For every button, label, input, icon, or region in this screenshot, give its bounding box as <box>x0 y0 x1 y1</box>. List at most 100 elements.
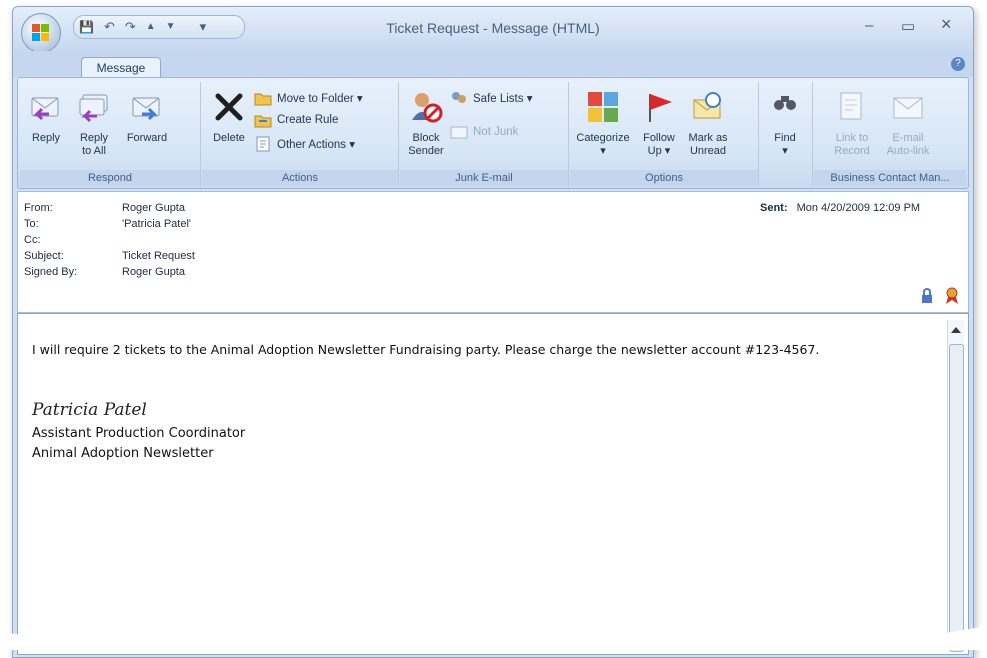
maximize-button[interactable]: ▭ <box>901 17 915 35</box>
reply-all-icon <box>79 94 108 123</box>
reply-button[interactable]: Reply <box>24 86 68 168</box>
digital-signature-icon[interactable] <box>944 287 960 305</box>
link-record-label-2: Record <box>834 145 870 157</box>
safe-lists-label: Safe Lists ▾ <box>473 93 533 105</box>
move-to-folder-button[interactable]: Move to Folder ▾ <box>254 88 363 108</box>
other-actions-label: Other Actions ▾ <box>277 139 356 151</box>
group-label-business-contact-manager: Business Contact Man... <box>814 170 966 186</box>
forward-label: Forward <box>126 132 168 144</box>
outlook-message-window: 💾 ↶ ↷ ▲ ▼ ▾ Ticket Request - Message (HT… <box>12 6 974 658</box>
other-actions-icon <box>256 136 270 152</box>
delete-icon <box>215 93 243 121</box>
signature-name: Patricia Patel <box>32 400 147 420</box>
from-label: From: <box>24 202 53 214</box>
mark-unread-label-1: Mark as <box>688 132 728 144</box>
ribbon-tab-row: Message ? <box>13 51 973 78</box>
subject-value: Ticket Request <box>122 250 195 262</box>
forward-icon <box>132 97 160 121</box>
group-label-options: Options <box>570 170 758 186</box>
block-sender-label-2: Sender <box>408 145 444 157</box>
mark-unread-label-2: Unread <box>689 145 727 157</box>
to-value[interactable]: 'Patricia Patel' <box>122 216 191 232</box>
subject-label: Subject: <box>24 250 64 262</box>
minimize-button[interactable]: – <box>865 17 873 34</box>
safe-lists-button[interactable]: Safe Lists ▾ <box>450 88 532 108</box>
group-find: Find ▾ <box>760 82 813 186</box>
scroll-up-arrow-icon[interactable] <box>949 324 963 336</box>
categorize-icon <box>588 92 618 122</box>
follow-up-label-1: Follow <box>643 132 675 144</box>
block-sender-icon <box>412 93 443 123</box>
flag-icon <box>649 94 672 122</box>
not-junk-icon <box>450 126 468 139</box>
block-sender-label-1: Block <box>412 132 440 144</box>
block-sender-button[interactable]: Block Sender <box>404 86 448 168</box>
create-rule-icon <box>254 115 272 128</box>
follow-up-label-2: Up ▾ <box>647 145 671 157</box>
create-rule-label: Create Rule <box>277 114 339 126</box>
mark-as-unread-button[interactable]: Mark as Unread <box>684 86 732 168</box>
forward-button[interactable]: Forward <box>120 86 174 168</box>
follow-up-button[interactable]: Follow Up ▾ <box>636 86 682 168</box>
link-record-label-1: Link to <box>835 132 869 144</box>
reply-all-label-2: to All <box>82 145 106 157</box>
signed-by-value[interactable]: Roger Gupta <box>122 264 185 280</box>
ribbon: Reply Reply to All Forward Respond Delet… <box>17 77 969 189</box>
cc-row: Cc: <box>24 232 324 248</box>
group-actions: Delete Move to Folder ▾ Create Rule Othe… <box>202 82 399 186</box>
binoculars-icon <box>774 96 796 110</box>
not-junk-label: Not Junk <box>473 126 519 138</box>
not-junk-button[interactable]: Not Junk <box>450 122 518 142</box>
signed-by-label: Signed By: <box>24 266 78 278</box>
help-icon[interactable]: ? <box>951 57 965 71</box>
email-autolink-icon <box>893 97 923 119</box>
title-bar: 💾 ↶ ↷ ▲ ▼ ▾ Ticket Request - Message (HT… <box>13 7 973 53</box>
group-label-actions: Actions <box>202 170 398 186</box>
group-business-contact-manager: Link to Record E-mail Auto-link Business… <box>814 82 966 186</box>
reply-all-label-1: Reply <box>79 132 109 144</box>
group-label-respond: Respond <box>20 170 200 186</box>
sent-row: Sent: Mon 4/20/2009 12:09 PM <box>760 200 960 216</box>
group-label-junk-email: Junk E-mail <box>400 170 568 186</box>
delete-button[interactable]: Delete <box>206 86 252 168</box>
link-to-record-button[interactable]: Link to Record <box>828 86 876 168</box>
move-to-folder-label: Move to Folder ▾ <box>277 93 363 105</box>
find-button[interactable]: Find ▾ <box>762 86 808 168</box>
email-auto-link-button[interactable]: E-mail Auto-link <box>880 86 936 168</box>
find-arrow-icon: ▾ <box>782 145 788 157</box>
categorize-button[interactable]: Categorize ▾ <box>572 86 634 168</box>
group-options: Categorize ▾ Follow Up ▾ Mark as Unread <box>570 82 759 186</box>
delete-label: Delete <box>213 132 245 144</box>
signature-title: Assistant Production Coordinator <box>32 426 246 441</box>
window-title: Ticket Request - Message (HTML) <box>386 20 600 36</box>
torn-edge-decoration <box>0 608 987 650</box>
group-junk-email: Block Sender Safe Lists ▾ Not Junk Junk … <box>400 82 569 186</box>
find-label: Find <box>774 132 796 144</box>
to-label: To: <box>24 218 39 230</box>
other-actions-button[interactable]: Other Actions ▾ <box>254 134 355 154</box>
reply-label: Reply <box>31 132 61 144</box>
reply-icon <box>31 97 59 121</box>
cc-label: Cc: <box>24 234 41 246</box>
categorize-arrow-icon: ▾ <box>600 145 606 157</box>
tab-message[interactable]: Message <box>81 57 161 78</box>
message-header: From: Roger Gupta To: 'Patricia Patel' C… <box>17 191 969 313</box>
move-folder-icon <box>254 93 272 106</box>
encrypted-lock-icon[interactable] <box>920 288 934 304</box>
signed-by-row: Signed By: Roger Gupta <box>24 264 324 280</box>
create-rule-button[interactable]: Create Rule <box>254 110 338 130</box>
email-autolink-label-2: Auto-link <box>886 145 930 157</box>
from-value[interactable]: Roger Gupta <box>122 200 185 216</box>
to-row: To: 'Patricia Patel' <box>24 216 324 232</box>
group-respond: Reply Reply to All Forward Respond <box>20 82 201 186</box>
subject-row: Subject: Ticket Request <box>24 248 324 264</box>
close-button[interactable]: × <box>941 14 952 35</box>
categorize-label: Categorize <box>576 132 630 144</box>
message-text: I will require 2 tickets to the Animal A… <box>32 342 820 357</box>
signature-organization: Animal Adoption Newsletter <box>32 446 214 461</box>
sent-value: Mon 4/20/2009 12:09 PM <box>796 202 921 214</box>
sent-label: Sent: <box>760 202 788 214</box>
email-autolink-label-1: E-mail <box>892 132 924 144</box>
mark-unread-icon <box>693 92 721 119</box>
reply-all-button[interactable]: Reply to All <box>72 86 116 168</box>
